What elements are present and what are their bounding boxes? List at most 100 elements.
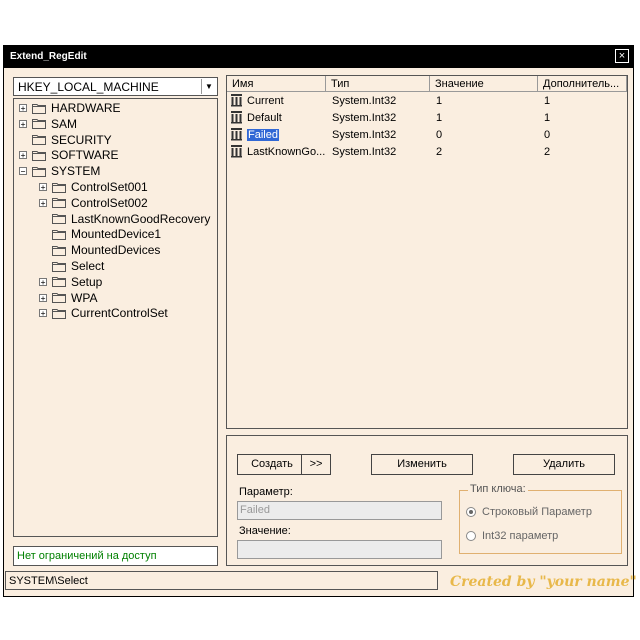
tree-item[interactable]: + Setup: [39, 274, 102, 290]
table-row[interactable]: Failed System.Int32 0 0: [227, 127, 627, 143]
folder-icon: [52, 245, 66, 256]
tree-item-label: SECURITY: [51, 132, 112, 147]
int-option-label: Int32 параметр: [482, 530, 559, 542]
tree-item-label: MountedDevice1: [71, 227, 162, 242]
values-list[interactable]: Имя Тип Значение Дополнитель... Current S…: [226, 75, 628, 429]
tree-item[interactable]: + SOFTWARE: [19, 147, 119, 163]
tree-line: [19, 136, 27, 144]
tree-item[interactable]: MountedDevices: [39, 242, 160, 258]
value-label: Значение:: [239, 525, 291, 537]
column-header-extra[interactable]: Дополнитель...: [538, 76, 627, 92]
folder-icon: [52, 276, 66, 288]
window-title: Extend_RegEdit: [10, 51, 87, 62]
tree-item-label: LastKnownGoodRecovery: [71, 211, 211, 226]
table-row[interactable]: Current System.Int32 1 1: [227, 93, 627, 109]
value-extra: 0: [544, 129, 551, 141]
column-header-name[interactable]: Имя: [227, 76, 326, 92]
expand-toggle-icon[interactable]: +: [39, 277, 47, 286]
tree-item-label: SYSTEM: [51, 164, 101, 179]
expand-toggle-icon[interactable]: +: [39, 309, 47, 318]
title-bar[interactable]: Extend_RegEdit ×: [4, 46, 633, 68]
radio-string[interactable]: [466, 507, 476, 517]
folder-icon: [32, 118, 46, 130]
column-header-value[interactable]: Значение: [430, 76, 538, 92]
app-window: Extend_RegEdit × HKEY_LOCAL_MACHINE ▼ + H…: [3, 45, 637, 597]
value-field[interactable]: [237, 540, 442, 559]
create-button[interactable]: Создать: [237, 454, 307, 475]
expand-toggle-icon[interactable]: +: [39, 183, 47, 192]
tree-item[interactable]: SECURITY: [19, 132, 112, 148]
column-header-type[interactable]: Тип: [326, 76, 430, 92]
tree-item[interactable]: + HARDWARE: [19, 100, 121, 116]
hive-select[interactable]: HKEY_LOCAL_MACHINE ▼: [13, 77, 218, 96]
key-type-group: Тип ключа: Строковый Параметр Int32 пара…: [459, 483, 622, 554]
expand-toggle-icon[interactable]: +: [39, 293, 47, 302]
folder-icon: [32, 103, 46, 114]
tree-item[interactable]: + ControlSet001: [39, 179, 148, 195]
expand-toggle-icon[interactable]: +: [19, 151, 27, 160]
tree-line: [39, 246, 47, 254]
value-extra: 1: [544, 95, 551, 107]
hive-select-value: HKEY_LOCAL_MACHINE: [18, 80, 159, 94]
tree-line: [39, 215, 47, 223]
modify-button[interactable]: Изменить: [371, 454, 473, 475]
tree-item-label: HARDWARE: [51, 101, 121, 115]
value-name: Default: [247, 112, 282, 124]
value-name: LastKnownGo...: [247, 146, 326, 158]
param-field[interactable]: Failed: [237, 501, 442, 520]
tree-item[interactable]: − SYSTEM: [19, 163, 100, 179]
access-status: Нет ограничений на доступ: [13, 546, 218, 566]
int32-param-option[interactable]: Int32 параметр: [466, 530, 558, 542]
value-name: Current: [247, 95, 284, 107]
param-label: Параметр:: [239, 486, 293, 498]
close-button[interactable]: ×: [615, 49, 629, 63]
expand-toggle-icon[interactable]: +: [39, 198, 47, 207]
value-type: System.Int32: [332, 112, 397, 124]
tree-item[interactable]: + WPA: [39, 290, 97, 306]
folder-icon: [52, 308, 66, 319]
folder-icon: [52, 197, 66, 209]
table-row[interactable]: LastKnownGo... System.Int32 2 2: [227, 144, 627, 160]
value-data: 1: [436, 95, 443, 107]
string-param-option[interactable]: Строковый Параметр: [466, 506, 592, 518]
folder-icon: [32, 166, 46, 177]
folder-icon: [52, 213, 66, 225]
key-type-title: Тип ключа:: [468, 483, 528, 495]
radio-int32[interactable]: [466, 531, 476, 541]
registry-tree[interactable]: + HARDWARE + SAM SECURITY + SOFTWARE − SYSTEM + Co…: [13, 98, 218, 537]
editor-panel: Создать >> Изменить Удалить Параметр: Fa…: [226, 435, 628, 566]
value-type: System.Int32: [332, 129, 397, 141]
expand-toggle-icon[interactable]: −: [19, 167, 27, 176]
folder-icon: [52, 292, 66, 304]
tree-item[interactable]: LastKnownGoodRecovery: [39, 211, 210, 227]
table-row[interactable]: Default System.Int32 1 1: [227, 110, 627, 126]
tree-item-label: Select: [71, 259, 105, 273]
folder-icon: [32, 134, 46, 146]
list-header: Имя Тип Значение Дополнитель...: [227, 76, 627, 93]
tree-item[interactable]: + ControlSet002: [39, 195, 148, 211]
delete-button[interactable]: Удалить: [513, 454, 615, 475]
value-extra: 1: [544, 112, 551, 124]
tree-item-label: SAM: [51, 116, 78, 131]
value-type: System.Int32: [332, 95, 397, 107]
tree-item-label: SOFTWARE: [51, 148, 119, 163]
tree-item[interactable]: + CurrentControlSet: [39, 305, 168, 321]
tree-item-label: WPA: [71, 290, 98, 305]
value-data: 0: [436, 129, 443, 141]
folder-icon: [32, 150, 46, 161]
expand-toggle-icon[interactable]: +: [19, 119, 27, 128]
tree-item[interactable]: MountedDevice1: [39, 226, 161, 242]
tree-item-label: MountedDevices: [71, 243, 161, 258]
tree-item-label: CurrentControlSet: [71, 306, 168, 321]
expand-toggle-icon[interactable]: +: [19, 104, 27, 113]
tree-item[interactable]: + SAM: [19, 116, 77, 132]
more-button[interactable]: >>: [301, 454, 331, 475]
tree-item[interactable]: Select: [39, 258, 104, 274]
registry-value-icon: [230, 110, 243, 124]
value-name: Failed: [247, 129, 279, 141]
registry-value-icon: [230, 127, 243, 141]
tree-item-label: ControlSet002: [71, 195, 148, 210]
registry-value-icon: [230, 93, 243, 107]
chevron-down-icon[interactable]: ▼: [201, 79, 216, 94]
value-data: 2: [436, 146, 443, 158]
